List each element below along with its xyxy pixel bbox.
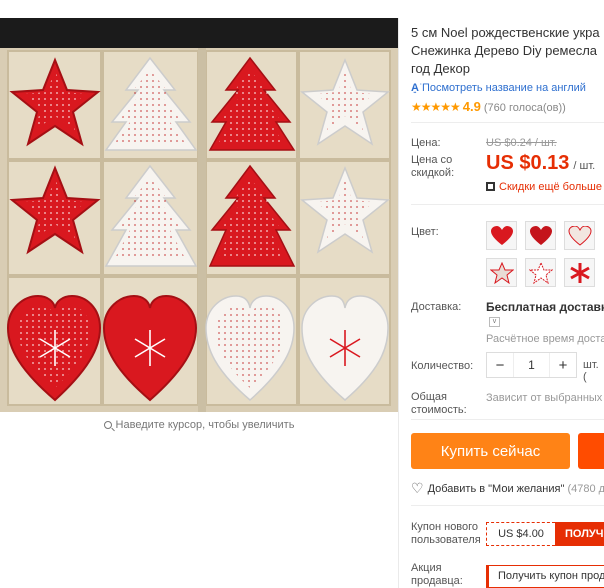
add-to-wishlist-link[interactable]: ♡ Добавить в "Мои желания" (4780 д xyxy=(411,480,604,497)
rating-score: 4.9 xyxy=(462,99,481,114)
shipping-value: Бесплатная доставка xyxy=(486,300,604,314)
coupon-label-line-1: Купон нового xyxy=(411,521,479,533)
chevron-down-icon[interactable]: v xyxy=(489,317,500,327)
swatch-star-mixed[interactable] xyxy=(486,258,517,287)
divider xyxy=(411,204,604,205)
quantity-label: Количество: xyxy=(411,360,474,372)
coupon-amount: US $4.00 xyxy=(486,522,555,546)
swatch-star-white[interactable] xyxy=(525,258,556,287)
total-label-line-2: стоимость: xyxy=(411,404,467,416)
seller-promo-label-line-2: продавца: xyxy=(411,575,463,587)
discount-price: US $0.13/ шт. xyxy=(486,152,595,175)
rating[interactable]: ★★★★★ 4.9 (760 голоса(ов)) xyxy=(411,99,566,114)
divider xyxy=(411,419,604,420)
product-page: Наведите курсор, чтобы увеличить 5 см No… xyxy=(0,0,604,588)
quantity-decrease-button[interactable]: − xyxy=(487,353,513,377)
translate-title-link[interactable]: A͍͘ Посмотреть название на англий xyxy=(411,82,586,94)
product-title: 5 см Noel рождественские укра Снежинка Д… xyxy=(411,24,604,78)
price-label: Цена: xyxy=(411,137,441,149)
delivery-time: Расчётное время доставк xyxy=(486,333,604,345)
star-icon xyxy=(489,261,514,284)
more-discounts-text: Скидки ещё больше xyxy=(499,181,602,193)
swatch-heart-red[interactable] xyxy=(486,221,517,250)
color-label: Цвет: xyxy=(411,226,439,238)
swatch-heart-white[interactable] xyxy=(564,221,595,250)
total-label: Общая стоимость: xyxy=(411,391,467,417)
qr-code-icon xyxy=(486,182,495,191)
heart-icon xyxy=(490,225,513,245)
heart-icon xyxy=(567,225,592,246)
wishlist-count: (4780 д xyxy=(567,483,604,495)
translate-icon: A͍͘ xyxy=(411,82,419,94)
star-icon xyxy=(528,261,553,284)
quantity-increase-button[interactable]: + xyxy=(550,353,576,377)
shipping-label: Доставка: xyxy=(411,301,462,313)
product-image[interactable] xyxy=(0,18,398,412)
new-user-coupon-label: Купон нового пользователя xyxy=(411,521,481,547)
discount-label-line-1: Цена со xyxy=(411,154,453,166)
buy-now-button[interactable]: Купить сейчас xyxy=(411,433,570,469)
discount-label-line-2: скидкой: xyxy=(411,167,455,179)
zoom-hint-text: Наведите курсор, чтобы увеличить xyxy=(115,419,295,431)
translate-label: Посмотреть название на англий xyxy=(421,82,586,94)
magnifier-icon xyxy=(103,421,112,429)
quantity-input[interactable]: 1 xyxy=(513,353,550,377)
heart-outline-icon: ♡ xyxy=(411,480,424,496)
color-swatches xyxy=(486,221,595,287)
discount-price-value: US $0.13 xyxy=(486,152,570,174)
seller-coupon-button[interactable]: Получить купон прод xyxy=(486,565,604,588)
title-line-1: 5 см Noel рождественские укра xyxy=(411,25,600,40)
divider xyxy=(411,505,604,506)
divider xyxy=(411,122,604,123)
zoom-hint: Наведите курсор, чтобы увеличить xyxy=(0,419,398,431)
seller-promo-label-line-1: Акция xyxy=(411,562,442,574)
total-label-line-1: Общая xyxy=(411,391,447,403)
title-line-2: Снежинка Дерево Diy ремесла xyxy=(411,43,598,58)
swatch-snowflake-red[interactable] xyxy=(564,258,595,287)
price-unit: / шт. xyxy=(573,160,596,172)
new-user-coupon[interactable]: US $4.00 ПОЛУЧ xyxy=(486,522,604,546)
title-line-3: год Декор xyxy=(411,61,470,76)
coupon-label-line-2: пользователя xyxy=(411,534,481,546)
more-discounts-link[interactable]: Скидки ещё больше xyxy=(486,181,602,193)
quantity-stepper: − 1 + xyxy=(486,352,577,378)
wishlist-label: Добавить в "Мои желания" xyxy=(427,483,565,495)
discount-price-label: Цена со скидкой: xyxy=(411,154,454,180)
swatch-heart-red-2[interactable] xyxy=(525,221,556,250)
coupon-get-button[interactable]: ПОЛУЧ xyxy=(555,522,604,546)
seller-promo-label: Акция продавца: xyxy=(411,562,463,588)
old-price: US $0.24 / шт. xyxy=(486,137,557,149)
quantity-unit: шт. ( xyxy=(583,359,599,383)
heart-icon xyxy=(529,225,552,245)
column-divider xyxy=(398,18,399,588)
rating-stars-icon: ★★★★★ xyxy=(411,100,461,114)
rating-votes: (760 голоса(ов)) xyxy=(483,102,566,114)
add-to-cart-button[interactable] xyxy=(578,433,604,469)
product-photo xyxy=(0,48,398,412)
total-value: Зависит от выбранных xyxy=(486,392,603,404)
snowflake-icon xyxy=(569,262,590,283)
